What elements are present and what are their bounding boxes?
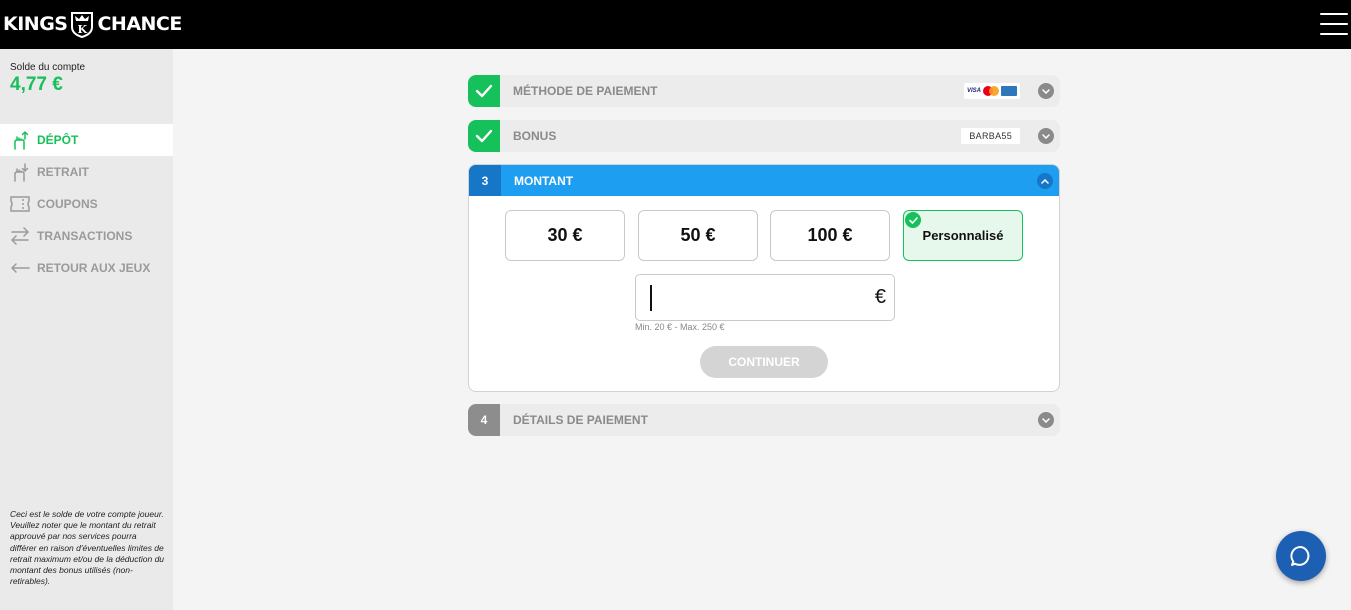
chevron-down-icon[interactable] xyxy=(1038,128,1054,144)
hamburger-menu-icon[interactable] xyxy=(1320,12,1348,36)
crest-icon: K xyxy=(71,12,94,38)
amount-input-field[interactable]: € xyxy=(635,274,895,321)
sidebar-item-transactions[interactable]: Transactions xyxy=(0,220,173,252)
sidebar: Solde du compte 4,77 € Dépôt Retrait Cou… xyxy=(0,49,173,610)
step-title: Bonus xyxy=(513,129,557,143)
coupon-icon xyxy=(10,194,30,214)
amount-option-label: Personnalisé xyxy=(922,228,1004,243)
text-caret xyxy=(650,285,652,311)
step-title: Détails de paiement xyxy=(513,413,648,427)
sidebar-item-retrait[interactable]: Retrait xyxy=(0,156,173,188)
amount-input[interactable] xyxy=(636,275,856,320)
step-payment-method-header[interactable]: Méthode de paiement VISA xyxy=(468,75,1060,107)
crest-letter: K xyxy=(78,23,88,36)
bonus-code-badge: BARBA55 xyxy=(961,128,1020,144)
sidebar-item-label: Coupons xyxy=(37,197,98,211)
transactions-arrows-icon xyxy=(10,226,30,246)
step-title: Montant xyxy=(514,173,574,188)
top-bar: KINGS K CHANCE xyxy=(0,0,1351,49)
balance-value: 4,77 € xyxy=(10,74,63,95)
deposit-hand-icon xyxy=(10,130,30,150)
logo-text-right: CHANCE xyxy=(97,13,182,35)
amount-option-50[interactable]: 50 € xyxy=(638,210,758,261)
chevron-down-icon[interactable] xyxy=(1038,83,1054,99)
chat-bubble-icon xyxy=(1290,546,1310,566)
payment-cards-logos: VISA xyxy=(964,83,1020,99)
currency-symbol: € xyxy=(874,286,886,308)
step-amount-header[interactable]: 3 Montant xyxy=(469,165,1059,196)
sidebar-item-label: Transactions xyxy=(37,229,133,243)
withdraw-hand-icon xyxy=(10,162,30,182)
chevron-down-icon[interactable] xyxy=(1038,412,1054,428)
check-icon xyxy=(468,75,500,107)
logo-text-left: KINGS xyxy=(3,13,68,35)
amount-limits: Min. 20 € - Max. 250 € xyxy=(635,322,725,332)
sidebar-item-label: Dépôt xyxy=(37,133,79,147)
sidebar-item-coupons[interactable]: Coupons xyxy=(0,188,173,220)
back-arrow-icon xyxy=(10,258,30,278)
chat-support-button[interactable] xyxy=(1276,531,1326,581)
check-icon xyxy=(468,120,500,152)
chevron-up-icon[interactable] xyxy=(1037,173,1053,189)
step-amount: 3 Montant 30 € 50 € 100 € Personnalisé €… xyxy=(468,164,1060,392)
selected-check-icon xyxy=(905,212,921,228)
sidebar-item-retour[interactable]: Retour aux jeux xyxy=(0,252,173,284)
step-bonus-header[interactable]: Bonus BARBA55 xyxy=(468,120,1060,152)
step-number: 3 xyxy=(469,165,501,196)
kingschance-logo[interactable]: KINGS K CHANCE xyxy=(3,9,182,39)
amount-option-30[interactable]: 30 € xyxy=(505,210,625,261)
amount-option-100[interactable]: 100 € xyxy=(770,210,890,261)
sidebar-item-depot[interactable]: Dépôt xyxy=(0,124,173,156)
balance-label: Solde du compte xyxy=(10,62,86,73)
mastercard-logo xyxy=(982,86,999,96)
step-payment-details-header[interactable]: 4 Détails de paiement xyxy=(468,404,1060,436)
continue-button[interactable]: CONTINUER xyxy=(700,346,828,378)
step-number: 4 xyxy=(468,404,500,436)
step-title: Méthode de paiement xyxy=(513,84,658,98)
visa-logo: VISA xyxy=(966,88,981,94)
amex-logo xyxy=(1000,86,1017,96)
sidebar-item-label: Retour aux jeux xyxy=(37,261,151,275)
balance-disclaimer: Ceci est le solde de votre compte joueur… xyxy=(10,509,165,587)
step-payment-details: 4 Détails de paiement xyxy=(468,404,1060,436)
amount-option-custom[interactable]: Personnalisé xyxy=(903,210,1023,261)
step-bonus: Bonus BARBA55 xyxy=(468,120,1060,152)
sidebar-item-label: Retrait xyxy=(37,165,89,179)
step-payment-method: Méthode de paiement VISA xyxy=(468,75,1060,107)
